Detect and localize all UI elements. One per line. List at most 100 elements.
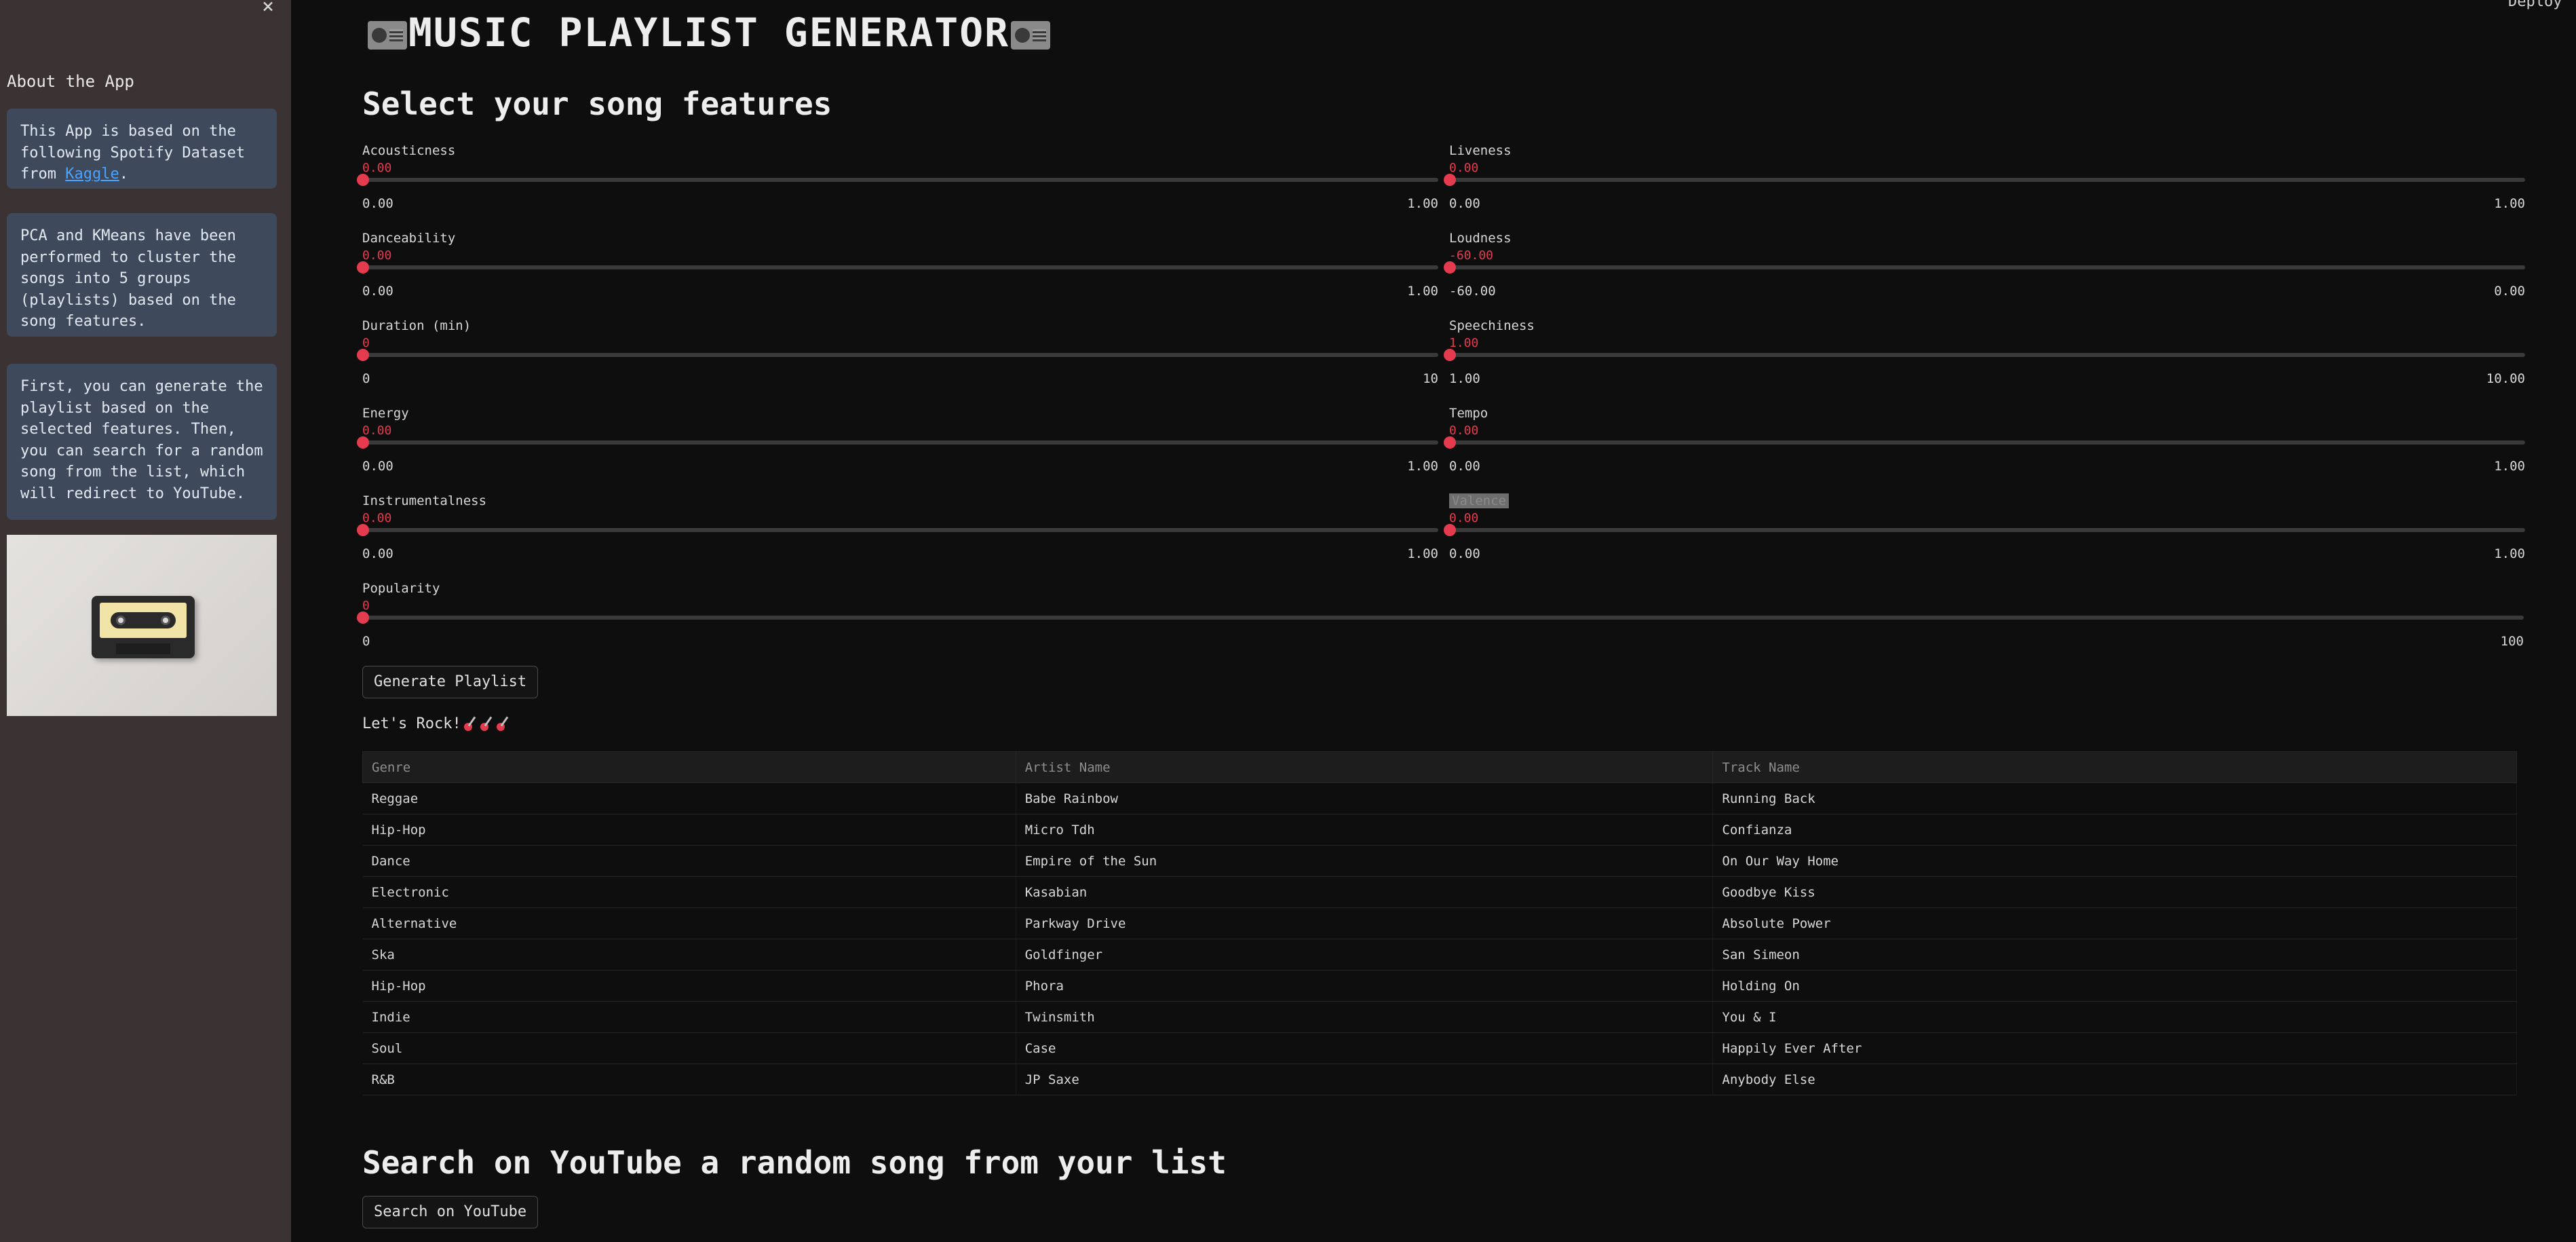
table-row[interactable]: Electronic Kasabian Goodbye Kiss: [362, 876, 2517, 908]
slider-label: Duration (min): [362, 318, 472, 333]
track-cell: You & I: [1712, 1001, 2517, 1033]
genre-cell: Hip-Hop: [362, 970, 1016, 1002]
slider-label: Acousticness: [362, 143, 456, 158]
slider-thumb[interactable]: [1444, 524, 1456, 536]
column-header-artist[interactable]: Artist Name: [1015, 751, 1714, 783]
artist-cell: Empire of the Sun: [1016, 845, 1714, 877]
slider-speechiness[interactable]: Speechiness 1.00 1.00 10.00: [1444, 318, 2525, 400]
slider-track[interactable]: [1449, 178, 2525, 182]
slider-tempo[interactable]: Tempo 0.00 0.00 1.00: [1444, 406, 2525, 487]
slider-max: 100: [2500, 634, 2524, 649]
slider-track[interactable]: [362, 528, 1438, 532]
slider-track[interactable]: [1449, 353, 2525, 357]
slider-value: 0.00: [1449, 424, 1479, 438]
generate-playlist-button[interactable]: Generate Playlist: [362, 666, 539, 698]
table-row[interactable]: Hip-Hop Phora Holding On: [362, 970, 2517, 1002]
table-row[interactable]: R&B JP Saxe Anybody Else: [362, 1064, 2517, 1095]
info-box-dataset: This App is based on the following Spoti…: [7, 109, 277, 189]
table-row[interactable]: Soul Case Happily Ever After: [362, 1032, 2517, 1064]
close-icon[interactable]: ×: [262, 0, 274, 18]
artist-cell: Phora: [1016, 970, 1714, 1002]
slider-track[interactable]: [362, 178, 1438, 182]
slider-min: 0.00: [1449, 546, 1480, 561]
slider-thumb[interactable]: [1444, 174, 1456, 186]
slider-value: 0: [362, 336, 370, 350]
slider-track[interactable]: [1449, 440, 2525, 445]
slider-max: 1.00: [2494, 196, 2525, 211]
slider-acousticness[interactable]: Acousticness 0.00 0.00 1.00: [357, 143, 1438, 225]
table-row[interactable]: Reggae Babe Rainbow Running Back: [362, 783, 2517, 814]
slider-thumb[interactable]: [357, 261, 369, 274]
page-title: MUSIC PLAYLIST GENERATOR: [366, 10, 1052, 56]
slider-thumb[interactable]: [1444, 349, 1456, 361]
slider-max: 0.00: [2494, 284, 2525, 299]
lets-rock-text: Let's Rock!: [362, 715, 510, 732]
slider-liveness[interactable]: Liveness 0.00 0.00 1.00: [1444, 143, 2525, 225]
table-row[interactable]: Alternative Parkway Drive Absolute Power: [362, 907, 2517, 939]
slider-min: 0.00: [362, 284, 393, 299]
table-row[interactable]: Dance Empire of the Sun On Our Way Home: [362, 845, 2517, 877]
slider-min: 0: [362, 371, 370, 386]
slider-track[interactable]: [362, 265, 1438, 269]
slider-value: -60.00: [1449, 248, 1494, 263]
slider-min: 0.00: [1449, 196, 1480, 211]
radio-icon: [368, 20, 407, 50]
slider-min: 0.00: [1449, 459, 1480, 474]
cassette-icon: [92, 596, 195, 658]
slider-value: 1.00: [1449, 336, 1479, 350]
slider-valence[interactable]: Valence 0.00 0.00 1.00: [1444, 493, 2525, 575]
table-row[interactable]: Ska Goldfinger San Simeon: [362, 939, 2517, 971]
slider-thumb[interactable]: [357, 524, 369, 536]
track-cell: Running Back: [1712, 783, 2517, 814]
column-header-genre[interactable]: Genre: [362, 751, 1016, 783]
column-header-track[interactable]: Track Name: [1712, 751, 2517, 783]
page-title-text: MUSIC PLAYLIST GENERATOR: [408, 10, 1010, 56]
slider-track[interactable]: [1449, 265, 2525, 269]
slider-thumb[interactable]: [1444, 436, 1456, 449]
slider-value: 0.00: [362, 424, 392, 438]
slider-duration[interactable]: Duration (min) 0 0 10: [357, 318, 1438, 400]
genre-cell: Indie: [362, 1001, 1016, 1033]
slider-label: Loudness: [1449, 231, 1512, 246]
slider-thumb[interactable]: [357, 349, 369, 361]
slider-track[interactable]: [362, 440, 1438, 445]
search-section-title: Search on YouTube a random song from you…: [362, 1144, 1227, 1181]
slider-value: 0.00: [1449, 161, 1479, 175]
slider-energy[interactable]: Energy 0.00 0.00 1.00: [357, 406, 1438, 487]
deploy-button[interactable]: Deploy: [2508, 0, 2562, 10]
info-text-end: .: [119, 166, 128, 183]
genre-cell: Alternative: [362, 907, 1016, 939]
slider-track[interactable]: [362, 353, 1438, 357]
kaggle-link[interactable]: Kaggle: [65, 166, 119, 183]
artist-cell: Micro Tdh: [1016, 814, 1714, 846]
slider-track[interactable]: [1449, 528, 2525, 532]
slider-loudness[interactable]: Loudness -60.00 -60.00 0.00: [1444, 231, 2525, 312]
genre-cell: Reggae: [362, 783, 1016, 814]
slider-track[interactable]: [362, 616, 2524, 620]
slider-value: 0.00: [362, 161, 392, 175]
slider-max: 1.00: [1407, 284, 1438, 299]
slider-label: Energy: [362, 406, 409, 421]
table-row[interactable]: Hip-Hop Micro Tdh Confianza: [362, 814, 2517, 846]
features-title: Select your song features: [362, 86, 832, 122]
slider-thumb[interactable]: [357, 174, 369, 186]
slider-thumb[interactable]: [1444, 261, 1456, 274]
slider-max: 10: [1423, 371, 1438, 386]
slider-max: 10.00: [2486, 371, 2525, 386]
table-row[interactable]: Indie Twinsmith You & I: [362, 1001, 2517, 1033]
slider-value: 0.00: [362, 511, 392, 525]
playlist-table[interactable]: Genre Artist Name Track Name Reggae Babe …: [362, 751, 2517, 1095]
slider-thumb[interactable]: [357, 611, 369, 624]
slider-danceability[interactable]: Danceability 0.00 0.00 1.00: [357, 231, 1438, 312]
artist-cell: Parkway Drive: [1016, 907, 1714, 939]
radio-icon: [1011, 20, 1051, 50]
genre-cell: Ska: [362, 939, 1016, 971]
slider-thumb[interactable]: [357, 436, 369, 449]
slider-popularity[interactable]: Popularity 0 0 100: [357, 581, 2524, 662]
slider-instrumentalness[interactable]: Instrumentalness 0.00 0.00 1.00: [357, 493, 1438, 575]
lets-rock-label: Let's Rock!: [362, 715, 461, 732]
search-youtube-button[interactable]: Search on YouTube: [362, 1196, 539, 1228]
info-box-instructions: First, you can generate the playlist bas…: [7, 364, 277, 520]
slider-label: Popularity: [362, 581, 440, 596]
genre-cell: Dance: [362, 845, 1016, 877]
